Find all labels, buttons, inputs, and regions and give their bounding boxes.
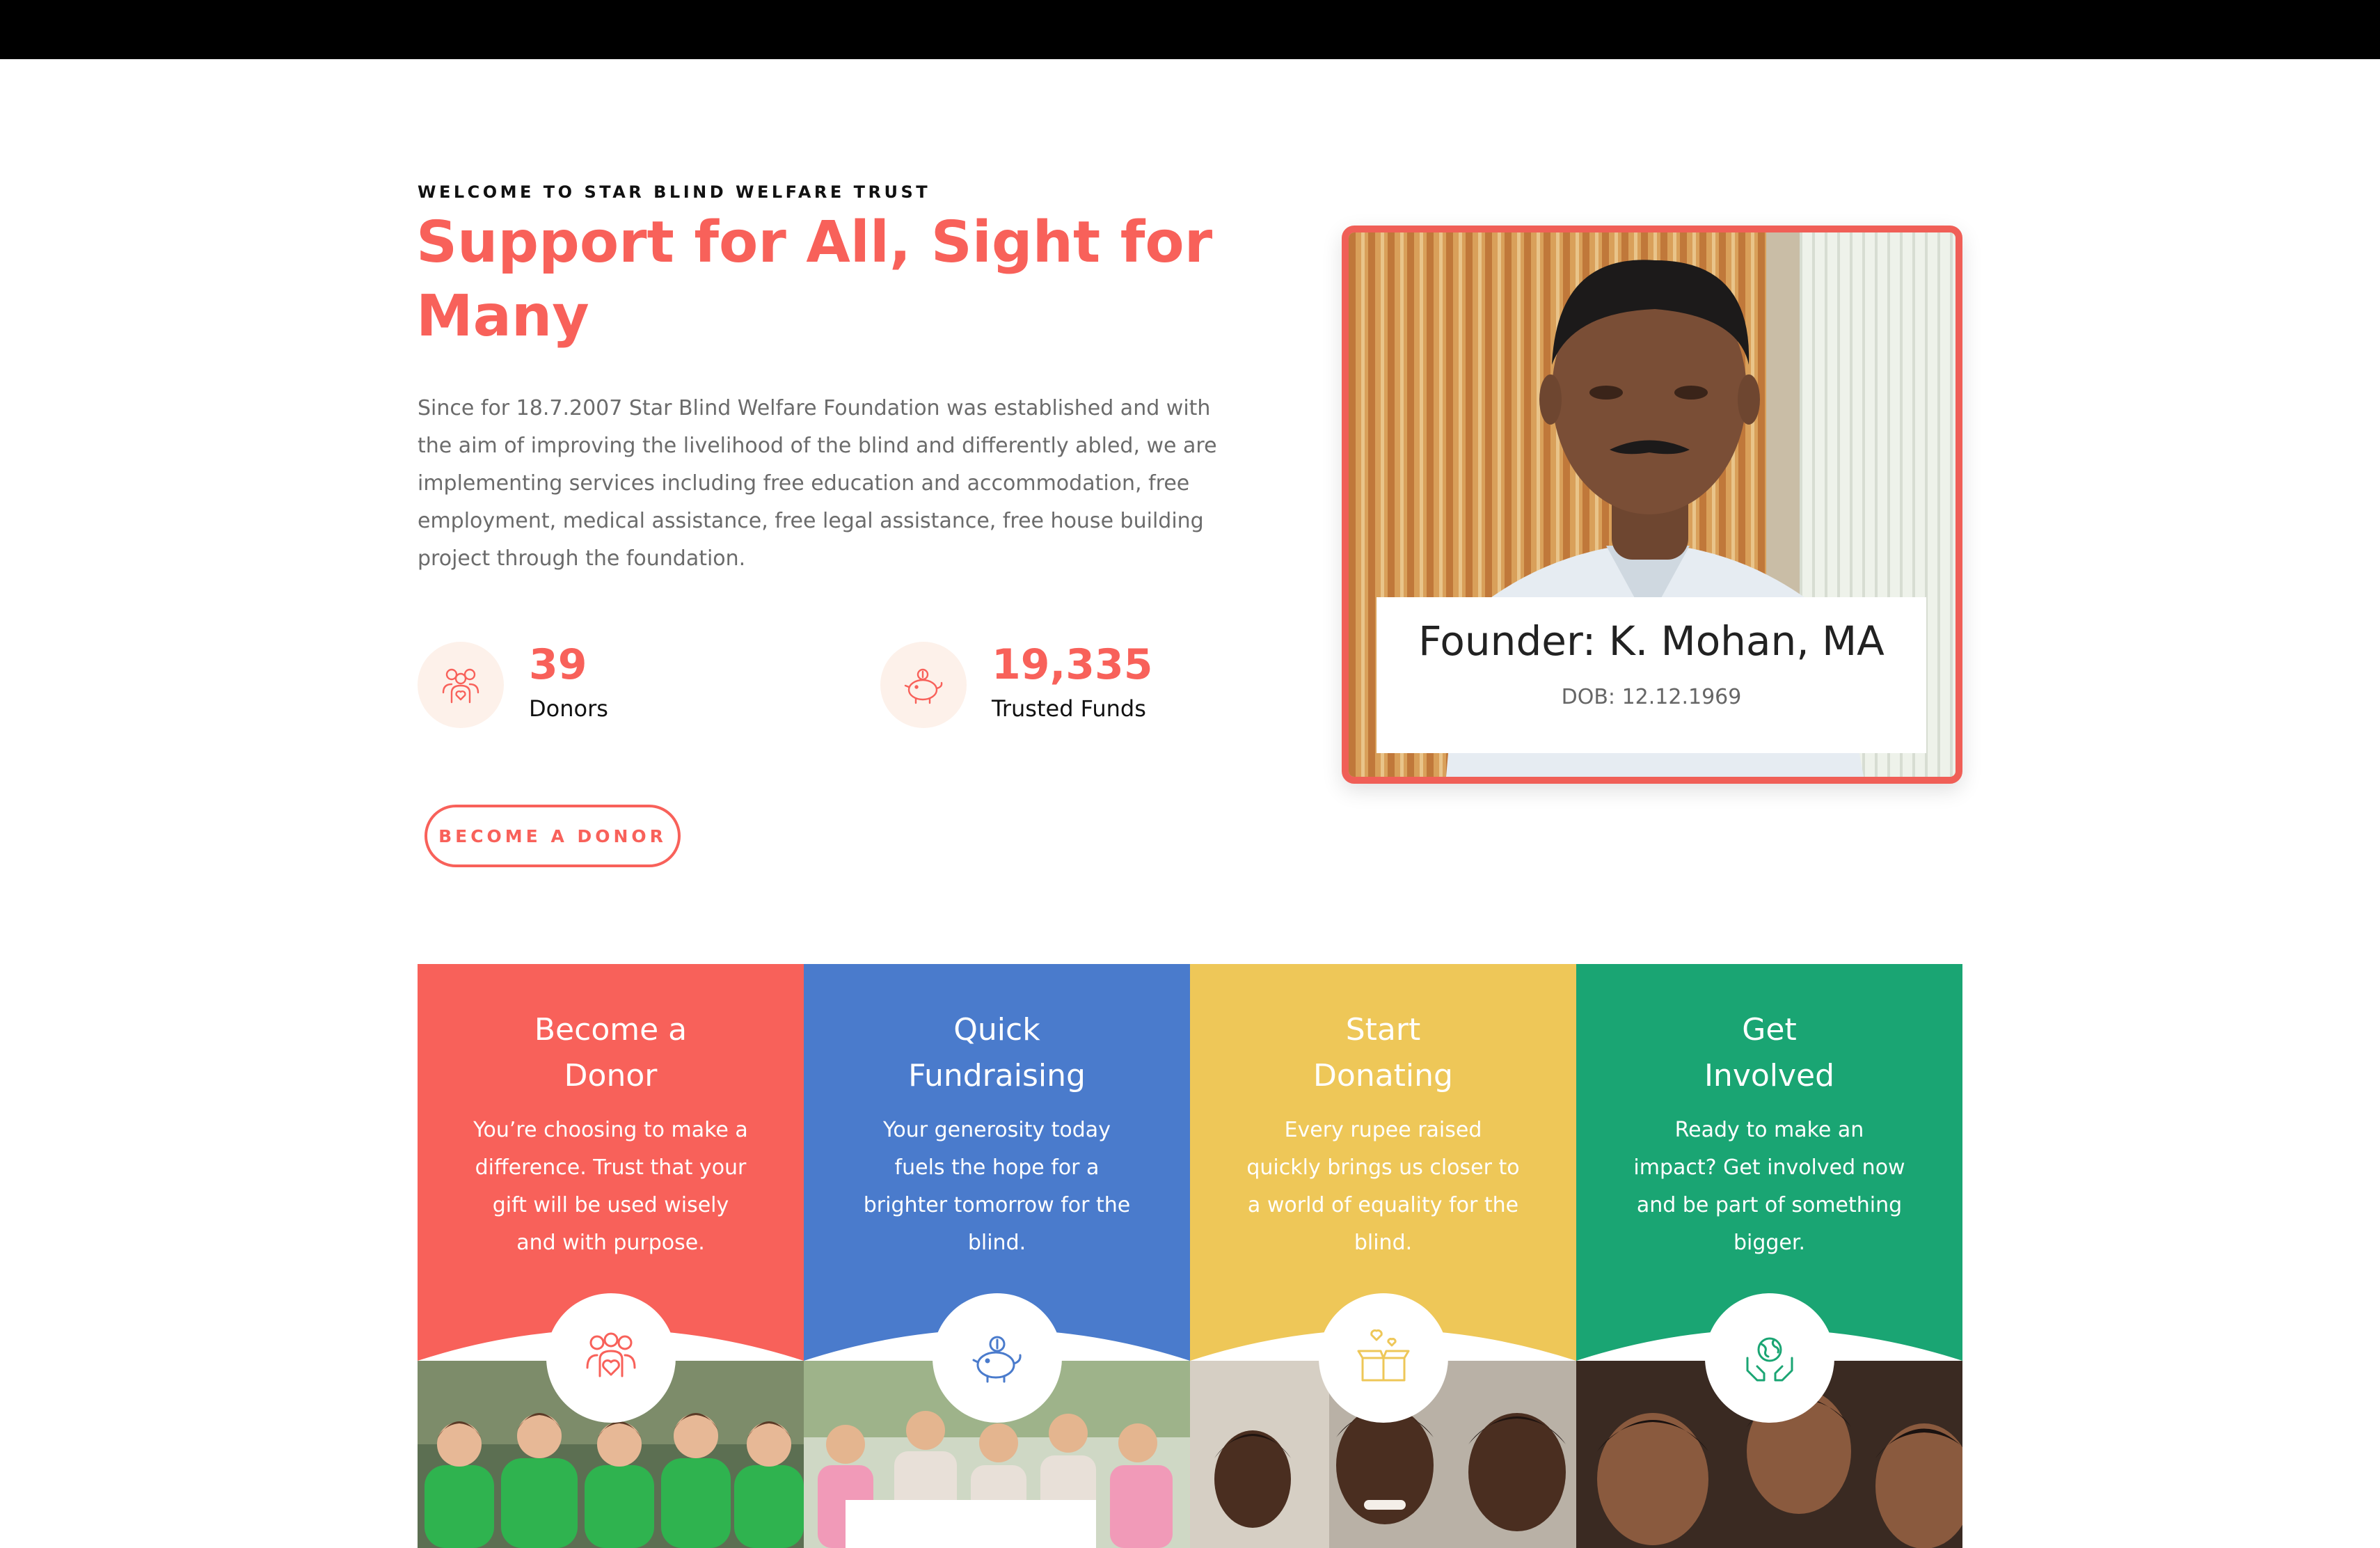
card-quick-fundraising[interactable]: Quick Fundraising Your generosity today f… xyxy=(804,964,1190,1548)
globe-hands-icon xyxy=(1705,1293,1834,1423)
piggy-bank-icon xyxy=(933,1293,1062,1423)
founder-dob: DOB: 12.12.1969 xyxy=(1561,685,1742,709)
hero-eyebrow: WELCOME TO STAR BLIND WELFARE TRUST xyxy=(418,182,931,202)
founder-name: Founder: K. Mohan, MA xyxy=(1418,617,1885,665)
card-start-donating[interactable]: Start Donating Every rupee raised quickly… xyxy=(1190,964,1576,1548)
donors-group-icon xyxy=(418,642,504,728)
trusted-funds-label: Trusted Funds xyxy=(992,695,1146,722)
donors-count: 39 xyxy=(529,640,587,689)
card-description: Your generosity today fuels the hope for… xyxy=(863,1118,1131,1255)
stat-donors: 39 Donors xyxy=(418,640,807,731)
become-donor-button[interactable]: BECOME A DONOR xyxy=(425,805,681,867)
feature-cards: Become a Donor You’re choosing to make a … xyxy=(418,964,1962,1548)
card-title: Start Donating xyxy=(1313,1012,1453,1093)
top-bar xyxy=(0,0,2380,59)
card-title: Quick Fundraising xyxy=(908,1012,1086,1093)
donors-label: Donors xyxy=(529,695,608,722)
stat-trusted-funds: 19,335 Trusted Funds xyxy=(880,640,1270,731)
founder-card: Founder: K. Mohan, MA DOB: 12.12.1969 xyxy=(1342,226,1962,784)
card-description: Every rupee raised quickly brings us clo… xyxy=(1246,1118,1520,1255)
hero-description: Since for 18.7.2007 Star Blind Welfare F… xyxy=(418,396,1217,571)
card-become-donor[interactable]: Become a Donor You’re choosing to make a … xyxy=(418,964,804,1548)
piggy-bank-icon xyxy=(880,642,967,728)
card-title: Become a Donor xyxy=(534,1012,688,1093)
donation-box-icon xyxy=(1319,1293,1448,1423)
trusted-funds-value: 19,335 xyxy=(992,640,1153,689)
card-description: Ready to make an impact? Get involved no… xyxy=(1633,1118,1905,1255)
hero-title: Support for All, Sight for Many xyxy=(416,210,1213,349)
card-description: You’re choosing to make a difference. Tr… xyxy=(473,1118,748,1255)
card-title: Get Involved xyxy=(1704,1012,1835,1093)
card-get-involved[interactable]: Get Involved Ready to make an impact? Get… xyxy=(1576,964,1962,1548)
volunteers-heart-icon xyxy=(546,1293,676,1423)
founder-caption: Founder: K. Mohan, MA DOB: 12.12.1969 xyxy=(1377,597,1926,753)
